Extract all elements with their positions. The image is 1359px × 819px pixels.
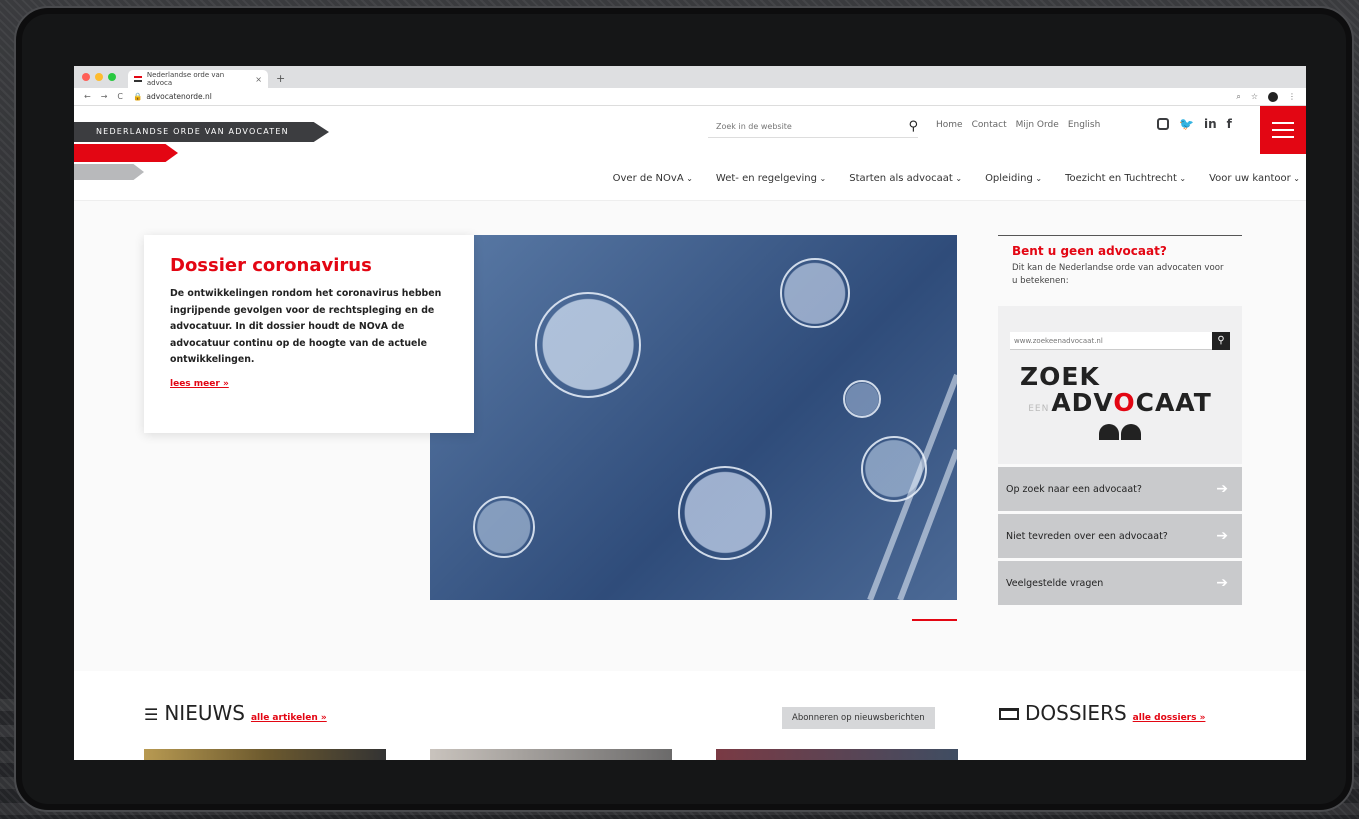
zoek-search-input[interactable] xyxy=(1010,332,1212,350)
logo-een: EEN xyxy=(1028,404,1050,414)
top-links: Home Contact Mijn Orde English xyxy=(936,120,1100,130)
nav-voor-uw-kantoor[interactable]: Voor uw kantoor xyxy=(1209,173,1300,184)
hero-read-more-link[interactable]: lees meer » xyxy=(170,379,229,389)
news-thumbnail[interactable] xyxy=(144,749,386,760)
sidebar-geen-advocaat: Bent u geen advocaat? Dit kan de Nederla… xyxy=(998,235,1242,605)
virus-illustration xyxy=(473,258,957,600)
sidebar-subtitle: Dit kan de Nederlandse orde van advocate… xyxy=(1012,263,1224,286)
toplink-contact[interactable]: Contact xyxy=(972,120,1007,130)
dossiers-title: DOSSIERS xyxy=(1025,701,1127,725)
zoek-search: ⚲ xyxy=(1010,332,1230,350)
btn-op-zoek-naar-advocaat[interactable]: Op zoek naar een advocaat? ➔ xyxy=(998,467,1242,511)
news-thumbnails xyxy=(144,749,958,760)
arrow-right-icon: ➔ xyxy=(1216,528,1228,544)
hero-image[interactable] xyxy=(430,235,957,600)
site-header: NEDERLANDSE ORDE VAN ADVOCATEN ⚲ Home Co… xyxy=(74,106,1306,201)
brand-grey-stripe xyxy=(74,164,144,180)
nav-toezicht-en-tuchtrecht[interactable]: Toezicht en Tuchtrecht xyxy=(1065,173,1186,184)
brand-logo[interactable]: NEDERLANDSE ORDE VAN ADVOCATEN xyxy=(74,122,329,142)
maximize-window-button[interactable] xyxy=(108,73,116,81)
news-title: NIEUWS xyxy=(164,701,245,725)
back-icon[interactable]: ← xyxy=(84,92,91,101)
profile-avatar[interactable] xyxy=(1268,91,1278,102)
lock-icon: 🔒 xyxy=(133,92,143,101)
site-search-input[interactable] xyxy=(708,122,878,131)
browser-menu-icon[interactable]: ⋮ xyxy=(1288,92,1296,101)
lower-sections: ☰ NIEUWS alle artikelen » Abonneren op n… xyxy=(74,671,1306,760)
news-list-icon: ☰ xyxy=(144,705,159,724)
news-thumbnail[interactable] xyxy=(716,749,958,760)
arrow-right-icon: ➔ xyxy=(1216,481,1228,497)
new-tab-button[interactable]: + xyxy=(276,70,285,88)
nav-over-de-nova[interactable]: Over de NOvA xyxy=(613,173,693,184)
facebook-icon[interactable]: f xyxy=(1227,117,1232,131)
address-bar: ← → C 🔒 advocatenorde.nl ⌕ ☆ ⋮ xyxy=(74,88,1306,106)
news-heading: ☰ NIEUWS alle artikelen » xyxy=(144,701,327,725)
dossiers-all-link[interactable]: alle dossiers » xyxy=(1133,713,1206,723)
url-field[interactable]: 🔒 advocatenorde.nl xyxy=(133,92,212,101)
nav-opleiding[interactable]: Opleiding xyxy=(985,173,1042,184)
window-controls xyxy=(82,66,116,88)
site-search: ⚲ xyxy=(708,116,918,138)
toplink-english[interactable]: English xyxy=(1068,120,1101,130)
folder-icon xyxy=(999,708,1019,720)
logo-line-1: ZOEK xyxy=(1020,362,1100,391)
tab-close-icon[interactable]: × xyxy=(255,75,262,84)
arrow-right-icon: ➔ xyxy=(1216,575,1228,591)
hamburger-menu-button[interactable] xyxy=(1260,106,1306,154)
instagram-icon[interactable] xyxy=(1157,118,1169,130)
zoek-een-advocaat-logo[interactable]: ZOEK EENADVOCAAT xyxy=(1010,364,1230,440)
slider-indicator[interactable] xyxy=(912,619,957,621)
btn-niet-tevreden[interactable]: Niet tevreden over een advocaat? ➔ xyxy=(998,514,1242,558)
zoek-search-icon[interactable]: ⚲ xyxy=(1212,332,1230,350)
sidebar-title: Bent u geen advocaat? xyxy=(1012,244,1167,258)
social-links: 🐦 in f xyxy=(1157,117,1232,131)
people-icon xyxy=(1010,424,1230,440)
toplink-home[interactable]: Home xyxy=(936,120,963,130)
toplink-mijn-orde[interactable]: Mijn Orde xyxy=(1016,120,1059,130)
nav-wet-en-regelgeving[interactable]: Wet- en regelgeving xyxy=(716,173,826,184)
forward-icon[interactable]: → xyxy=(101,92,108,101)
dossiers-heading: DOSSIERS alle dossiers » xyxy=(999,701,1205,725)
twitter-icon[interactable]: 🐦 xyxy=(1179,117,1194,131)
news-all-link[interactable]: alle artikelen » xyxy=(251,713,327,723)
hero-title[interactable]: Dossier coronavirus xyxy=(170,255,448,276)
browser-tab[interactable]: Nederlandse orde van advoca × xyxy=(128,70,268,88)
hero-body: De ontwikkelingen rondom het coronavirus… xyxy=(170,288,442,365)
close-window-button[interactable] xyxy=(82,73,90,81)
reload-icon[interactable]: C xyxy=(117,92,123,101)
news-thumbnail[interactable] xyxy=(430,749,672,760)
nav-starten-als-advocaat[interactable]: Starten als advocaat xyxy=(849,173,962,184)
main-nav: Over de NOvA Wet- en regelgeving Starten… xyxy=(613,173,1300,184)
brand-red-stripe xyxy=(74,144,178,162)
favicon-icon xyxy=(134,76,142,82)
subscribe-news-button[interactable]: Abonneren op nieuwsberichten xyxy=(782,707,935,729)
btn-veelgestelde-vragen[interactable]: Veelgestelde vragen ➔ xyxy=(998,561,1242,605)
screen: Nederlandse orde van advoca × + ← → C 🔒 … xyxy=(74,66,1306,760)
tab-title: Nederlandse orde van advoca xyxy=(146,71,225,87)
search-icon[interactable]: ⚲ xyxy=(908,119,918,134)
url-text: advocatenorde.nl xyxy=(146,92,212,101)
zoek-een-advocaat-panel: ⚲ ZOEK EENADVOCAAT xyxy=(998,306,1242,464)
minimize-window-button[interactable] xyxy=(95,73,103,81)
hero-card: Dossier coronavirus De ontwikkelingen ro… xyxy=(144,235,474,433)
zoom-icon[interactable]: ⌕ xyxy=(1236,92,1240,102)
linkedin-icon[interactable]: in xyxy=(1204,117,1217,131)
bookmark-star-icon[interactable]: ☆ xyxy=(1251,92,1258,101)
browser-tabbar: Nederlandse orde van advoca × + xyxy=(74,66,1306,88)
hero-section: Dossier coronavirus De ontwikkelingen ro… xyxy=(74,201,1306,671)
